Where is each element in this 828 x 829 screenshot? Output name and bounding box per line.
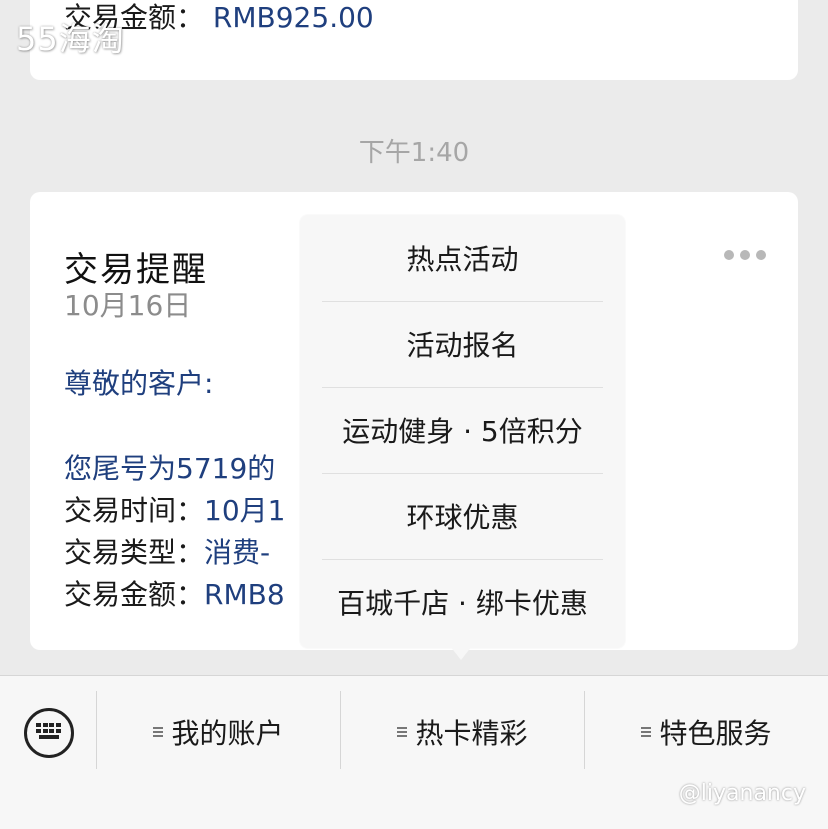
popup-menu: 热点活动 活动报名 运动健身 · 5倍积分 环球优惠 百城千店 · 绑卡优惠 — [300, 215, 625, 648]
my-account-button[interactable]: 我的账户 — [97, 696, 340, 768]
watermark-top: 55海淘 — [16, 20, 125, 58]
keyboard-icon[interactable] — [24, 708, 74, 758]
menu-list-icon — [641, 725, 652, 740]
row-label: 交易类型： — [64, 536, 205, 569]
transaction-time-row: 交易时间：10月1 — [64, 489, 285, 529]
watermark-bottom: @liyanancy — [678, 781, 806, 806]
message-date: 10月16日 — [64, 289, 192, 322]
button-label: 我的账户 — [171, 717, 284, 750]
notice-text: 您尾号为5719的 — [64, 452, 276, 485]
popup-arrow — [450, 646, 472, 660]
menu-item-global-offers[interactable]: 环球优惠 — [300, 473, 625, 559]
button-label: 特色服务 — [659, 717, 772, 750]
button-label: 热卡精彩 — [415, 717, 528, 750]
more-dots-icon[interactable] — [724, 250, 766, 260]
special-services-button[interactable]: 特色服务 — [585, 696, 828, 768]
menu-item-hot-events[interactable]: 热点活动 — [300, 215, 625, 301]
transaction-amount-row: 交易金额：RMB8 — [64, 573, 285, 613]
row-value: RMB8 — [204, 578, 285, 611]
menu-item-city-store-offers[interactable]: 百城千店 · 绑卡优惠 — [300, 559, 625, 645]
amount-value: RMB925.00 — [212, 1, 374, 34]
menu-item-event-signup[interactable]: 活动报名 — [300, 301, 625, 387]
greeting-text: 尊敬的客户: — [64, 367, 214, 400]
row-label: 交易时间： — [64, 494, 205, 527]
time-divider: 下午1:40 — [358, 138, 470, 168]
menu-list-icon — [153, 725, 164, 740]
hot-card-button[interactable]: 热卡精彩 — [341, 696, 584, 768]
menu-item-fitness-points[interactable]: 运动健身 · 5倍积分 — [300, 387, 625, 473]
menu-list-icon — [397, 725, 408, 740]
transaction-type-row: 交易类型：消费- — [64, 531, 270, 571]
row-label: 交易金额： — [64, 578, 205, 611]
previous-message-card: 交易金额： RMB925.00 — [30, 0, 798, 80]
row-value: 10月1 — [204, 494, 286, 527]
row-value: 消费- — [204, 536, 271, 569]
